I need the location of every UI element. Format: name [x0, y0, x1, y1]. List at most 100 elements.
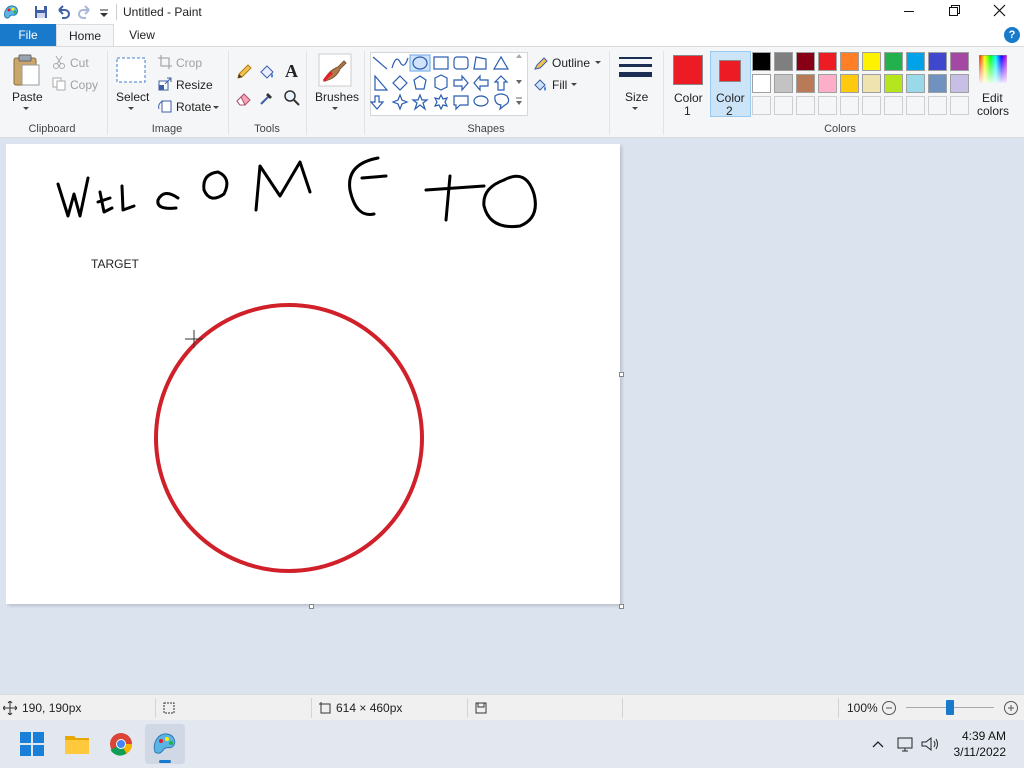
- custom-color-slot[interactable]: [840, 96, 859, 115]
- restore-button[interactable]: [932, 0, 978, 24]
- paste-button[interactable]: [12, 53, 42, 87]
- custom-color-slot[interactable]: [950, 96, 969, 115]
- resize-handle-corner[interactable]: [619, 604, 624, 609]
- palette-swatch[interactable]: [774, 74, 793, 93]
- custom-color-slot[interactable]: [818, 96, 837, 115]
- eraser-icon[interactable]: [235, 89, 253, 107]
- custom-color-slot[interactable]: [752, 96, 771, 115]
- separator: [467, 698, 468, 718]
- canvas-size: 614 × 460px: [336, 701, 403, 715]
- color1-selector[interactable]: Color 1: [668, 51, 708, 118]
- drawing-canvas[interactable]: TARGET: [6, 144, 620, 604]
- palette-swatch[interactable]: [884, 52, 903, 71]
- size-dropdown-icon[interactable]: [632, 107, 638, 110]
- palette-swatch[interactable]: [950, 52, 969, 71]
- palette-swatch[interactable]: [884, 74, 903, 93]
- paste-dropdown-icon[interactable]: [23, 107, 29, 110]
- pencil-icon[interactable]: [235, 63, 253, 81]
- palette-swatch[interactable]: [928, 74, 947, 93]
- shapes-gallery[interactable]: [370, 52, 528, 116]
- zoom-slider-thumb[interactable]: [946, 700, 954, 715]
- copy-button[interactable]: Copy: [70, 78, 98, 92]
- palette-swatch[interactable]: [774, 52, 793, 71]
- select-icon[interactable]: [116, 57, 146, 83]
- palette-swatch[interactable]: [796, 74, 815, 93]
- network-icon[interactable]: [896, 735, 914, 753]
- zoom-in-button[interactable]: [1003, 700, 1019, 716]
- paint-app-icon[interactable]: [2, 3, 20, 21]
- customize-quick-access-icon[interactable]: [97, 3, 115, 21]
- tab-home[interactable]: Home: [56, 24, 114, 46]
- help-icon[interactable]: ?: [1004, 27, 1020, 43]
- chevron-up-icon[interactable]: [871, 737, 885, 751]
- canvas-target-text: TARGET: [91, 257, 139, 271]
- select-dropdown-icon[interactable]: [128, 107, 134, 110]
- cut-button[interactable]: Cut: [70, 56, 89, 70]
- fill-button[interactable]: Fill: [552, 78, 567, 92]
- save-icon[interactable]: [32, 3, 50, 21]
- outline-dropdown-icon[interactable]: [595, 61, 601, 64]
- rotate-dropdown-icon[interactable]: [213, 106, 219, 109]
- custom-color-slot[interactable]: [862, 96, 881, 115]
- size-button[interactable]: Size: [625, 90, 648, 104]
- size-icon[interactable]: [619, 55, 652, 85]
- zoom-out-button[interactable]: [881, 700, 897, 716]
- redo-icon[interactable]: [76, 3, 94, 21]
- brushes-dropdown-icon[interactable]: [332, 107, 338, 110]
- palette-swatch[interactable]: [796, 52, 815, 71]
- palette-swatch[interactable]: [862, 74, 881, 93]
- fill-icon: [533, 78, 549, 92]
- rotate-button[interactable]: Rotate: [176, 100, 211, 114]
- custom-color-slot[interactable]: [884, 96, 903, 115]
- separator: [107, 51, 108, 135]
- custom-color-slot[interactable]: [774, 96, 793, 115]
- palette-swatch[interactable]: [840, 52, 859, 71]
- brushes-icon[interactable]: [318, 53, 352, 87]
- clock-time: 4:39 AM: [961, 729, 1006, 743]
- volume-icon[interactable]: [920, 735, 940, 753]
- color-picker-icon[interactable]: [258, 89, 276, 107]
- red-circle[interactable]: [154, 303, 424, 573]
- paint-taskbar-icon[interactable]: [145, 724, 185, 764]
- cut-icon: [52, 55, 66, 69]
- separator: [609, 51, 610, 135]
- rotate-icon: [158, 99, 172, 113]
- palette-swatch[interactable]: [752, 52, 771, 71]
- select-button[interactable]: Select: [116, 90, 149, 104]
- palette-swatch[interactable]: [840, 74, 859, 93]
- resize-button[interactable]: Resize: [176, 78, 213, 92]
- resize-handle-bottom[interactable]: [309, 604, 314, 609]
- palette-swatch[interactable]: [818, 74, 837, 93]
- tab-view[interactable]: View: [118, 24, 166, 46]
- custom-color-slot[interactable]: [928, 96, 947, 115]
- palette-swatch[interactable]: [752, 74, 771, 93]
- file-explorer-icon[interactable]: [57, 724, 97, 764]
- chrome-icon[interactable]: [101, 724, 141, 764]
- start-button[interactable]: [12, 724, 52, 764]
- minimize-button[interactable]: [886, 0, 932, 24]
- palette-swatch[interactable]: [906, 52, 925, 71]
- edit-colors-icon[interactable]: [979, 55, 1007, 83]
- outline-button[interactable]: Outline: [552, 56, 590, 70]
- custom-color-slot[interactable]: [906, 96, 925, 115]
- outline-icon: [533, 57, 549, 71]
- palette-swatch[interactable]: [862, 52, 881, 71]
- palette-swatch[interactable]: [950, 74, 969, 93]
- fill-with-color-icon[interactable]: [258, 63, 276, 81]
- color2-selector[interactable]: Color 2: [710, 51, 751, 118]
- palette-swatch[interactable]: [906, 74, 925, 93]
- crop-button[interactable]: Crop: [176, 56, 202, 70]
- shapes-group-label: Shapes: [467, 123, 505, 135]
- tab-file[interactable]: File: [0, 24, 56, 46]
- custom-color-slot[interactable]: [796, 96, 815, 115]
- brushes-button[interactable]: Brushes: [315, 90, 359, 104]
- text-icon[interactable]: A: [283, 61, 301, 81]
- close-button[interactable]: [978, 0, 1024, 24]
- resize-handle-right[interactable]: [619, 372, 624, 377]
- magnifier-icon[interactable]: [283, 89, 301, 107]
- clock[interactable]: 4:39 AM 3/11/2022: [954, 728, 1007, 760]
- palette-swatch[interactable]: [818, 52, 837, 71]
- palette-swatch[interactable]: [928, 52, 947, 71]
- undo-icon[interactable]: [54, 3, 72, 21]
- fill-dropdown-icon[interactable]: [571, 83, 577, 86]
